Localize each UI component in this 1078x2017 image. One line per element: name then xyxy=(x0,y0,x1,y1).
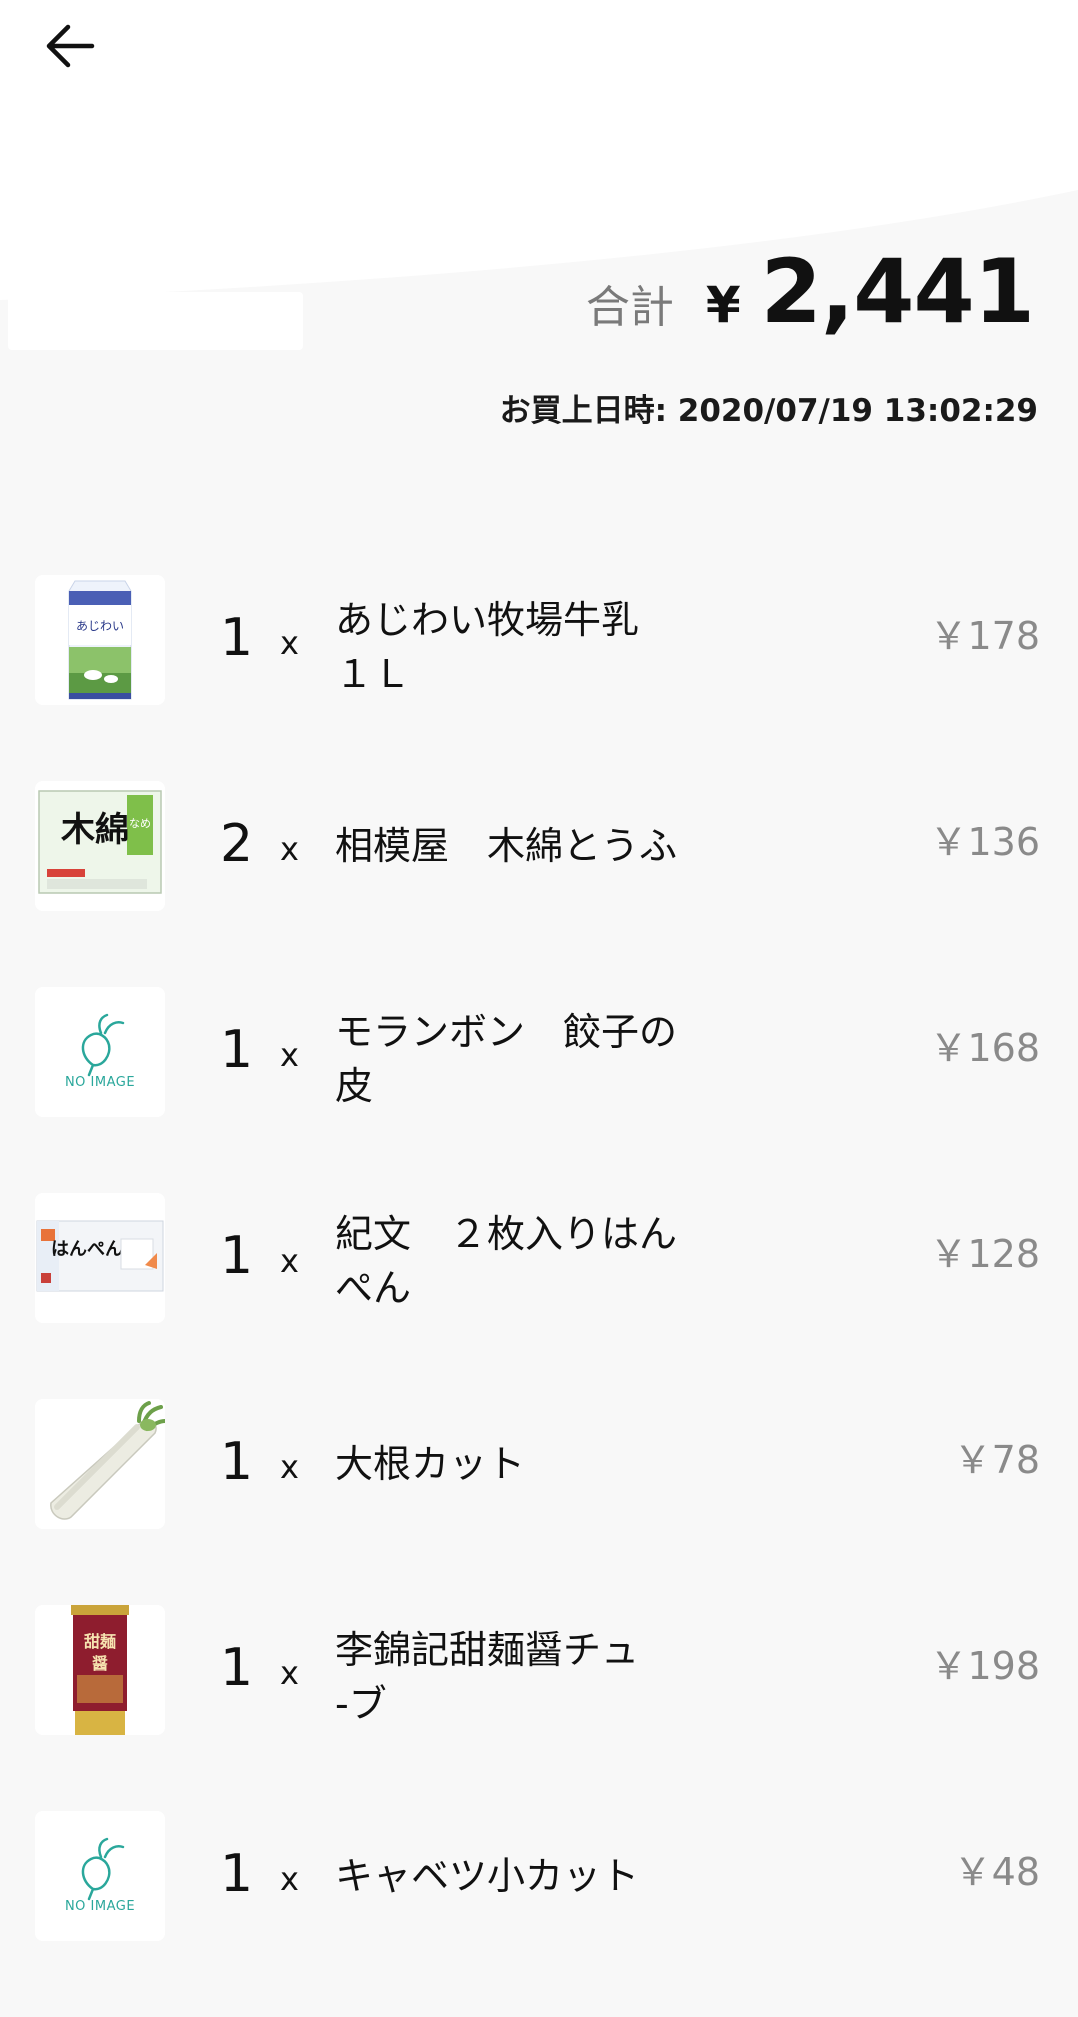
receipt-header: 合計 ¥ 2,441 xyxy=(0,0,1078,360)
item-list: あじわい 1 x あじわい牧場牛乳 １Ｌ ￥178 なめ 木綿 2 x 相模屋 … xyxy=(0,575,1078,2017)
milk-carton-image: あじわい xyxy=(35,575,165,705)
svg-text:醤: 醤 xyxy=(92,1654,108,1673)
item-price: ￥198 xyxy=(929,1644,1040,1688)
item-quantity: 1 xyxy=(220,1020,254,1080)
item-price: ￥168 xyxy=(929,1026,1040,1070)
no-image-placeholder: NO IMAGE xyxy=(35,987,165,1117)
purchase-datetime: お買上日時: 2020/07/19 13:02:29 xyxy=(499,393,1038,429)
item-name: 大根カット xyxy=(335,1442,526,1486)
item-quantity: 1 xyxy=(220,1638,254,1698)
list-item[interactable]: あじわい 1 x あじわい牧場牛乳 １Ｌ ￥178 xyxy=(0,575,1078,781)
hanpen-package-image: はんぺん xyxy=(35,1193,165,1323)
item-multiply-sign: x xyxy=(280,624,299,662)
total-currency: ¥ xyxy=(705,276,741,334)
item-price: ￥78 xyxy=(953,1438,1040,1482)
item-quantity: 1 xyxy=(220,1432,254,1492)
radish-outline-icon xyxy=(35,1811,165,1941)
item-multiply-sign: x xyxy=(280,1448,299,1486)
no-image-placeholder: NO IMAGE xyxy=(35,1811,165,1941)
arrow-left-icon xyxy=(46,24,95,68)
item-quantity: 2 xyxy=(220,814,254,874)
item-name: 紀文 ２枚入りはん ぺん xyxy=(335,1212,678,1310)
item-price: ￥136 xyxy=(929,820,1040,864)
total-row: 合計 ¥ 2,441 xyxy=(585,240,1035,343)
no-image-label: NO IMAGE xyxy=(64,1075,136,1090)
item-quantity: 1 xyxy=(220,1844,254,1904)
svg-text:なめ: なめ xyxy=(129,817,151,830)
header-white-block xyxy=(8,292,303,350)
daikon-radish-image xyxy=(35,1399,165,1529)
item-name: 相模屋 木綿とうふ xyxy=(335,824,678,868)
no-image-label: NO IMAGE xyxy=(64,1899,136,1914)
item-price: ￥128 xyxy=(929,1232,1040,1276)
list-item[interactable]: NO IMAGE 1 x モランボン 餃子の 皮 ￥168 xyxy=(0,987,1078,1193)
svg-text:甜麺: 甜麺 xyxy=(84,1632,116,1651)
list-item[interactable]: NO IMAGE 1 x キャベツ小カット ￥48 xyxy=(0,1811,1078,2017)
item-multiply-sign: x xyxy=(280,830,299,868)
tofu-package-image: なめ 木綿 xyxy=(35,781,165,911)
total-label: 合計 xyxy=(585,282,674,333)
item-multiply-sign: x xyxy=(280,1036,299,1074)
back-button[interactable] xyxy=(34,10,106,82)
item-name: モランボン 餃子の 皮 xyxy=(335,1010,678,1108)
item-multiply-sign: x xyxy=(280,1860,299,1898)
list-item[interactable]: なめ 木綿 2 x 相模屋 木綿とうふ ￥136 xyxy=(0,781,1078,987)
sauce-tube-image: 甜麺 醤 xyxy=(35,1605,165,1735)
item-name: 李錦記甜麺醤チュ -ブ xyxy=(335,1628,640,1726)
item-price: ￥178 xyxy=(929,614,1040,658)
item-quantity: 1 xyxy=(220,1226,254,1286)
list-item[interactable]: 1 x 大根カット ￥78 xyxy=(0,1399,1078,1605)
item-multiply-sign: x xyxy=(280,1242,299,1280)
item-multiply-sign: x xyxy=(280,1654,299,1692)
item-name: あじわい牧場牛乳 １Ｌ xyxy=(335,598,640,696)
svg-text:はんぺん: はんぺん xyxy=(51,1239,123,1260)
svg-text:木綿: 木綿 xyxy=(60,810,129,850)
list-item[interactable]: はんぺん 1 x 紀文 ２枚入りはん ぺん ￥128 xyxy=(0,1193,1078,1399)
item-price: ￥48 xyxy=(953,1850,1040,1894)
item-quantity: 1 xyxy=(220,608,254,668)
item-name: キャベツ小カット xyxy=(335,1854,640,1898)
list-item[interactable]: 甜麺 醤 1 x 李錦記甜麺醤チュ -ブ ￥198 xyxy=(0,1605,1078,1811)
svg-text:あじわい: あじわい xyxy=(76,619,124,633)
total-amount: 2,441 xyxy=(760,240,1035,343)
radish-outline-icon xyxy=(35,987,165,1117)
